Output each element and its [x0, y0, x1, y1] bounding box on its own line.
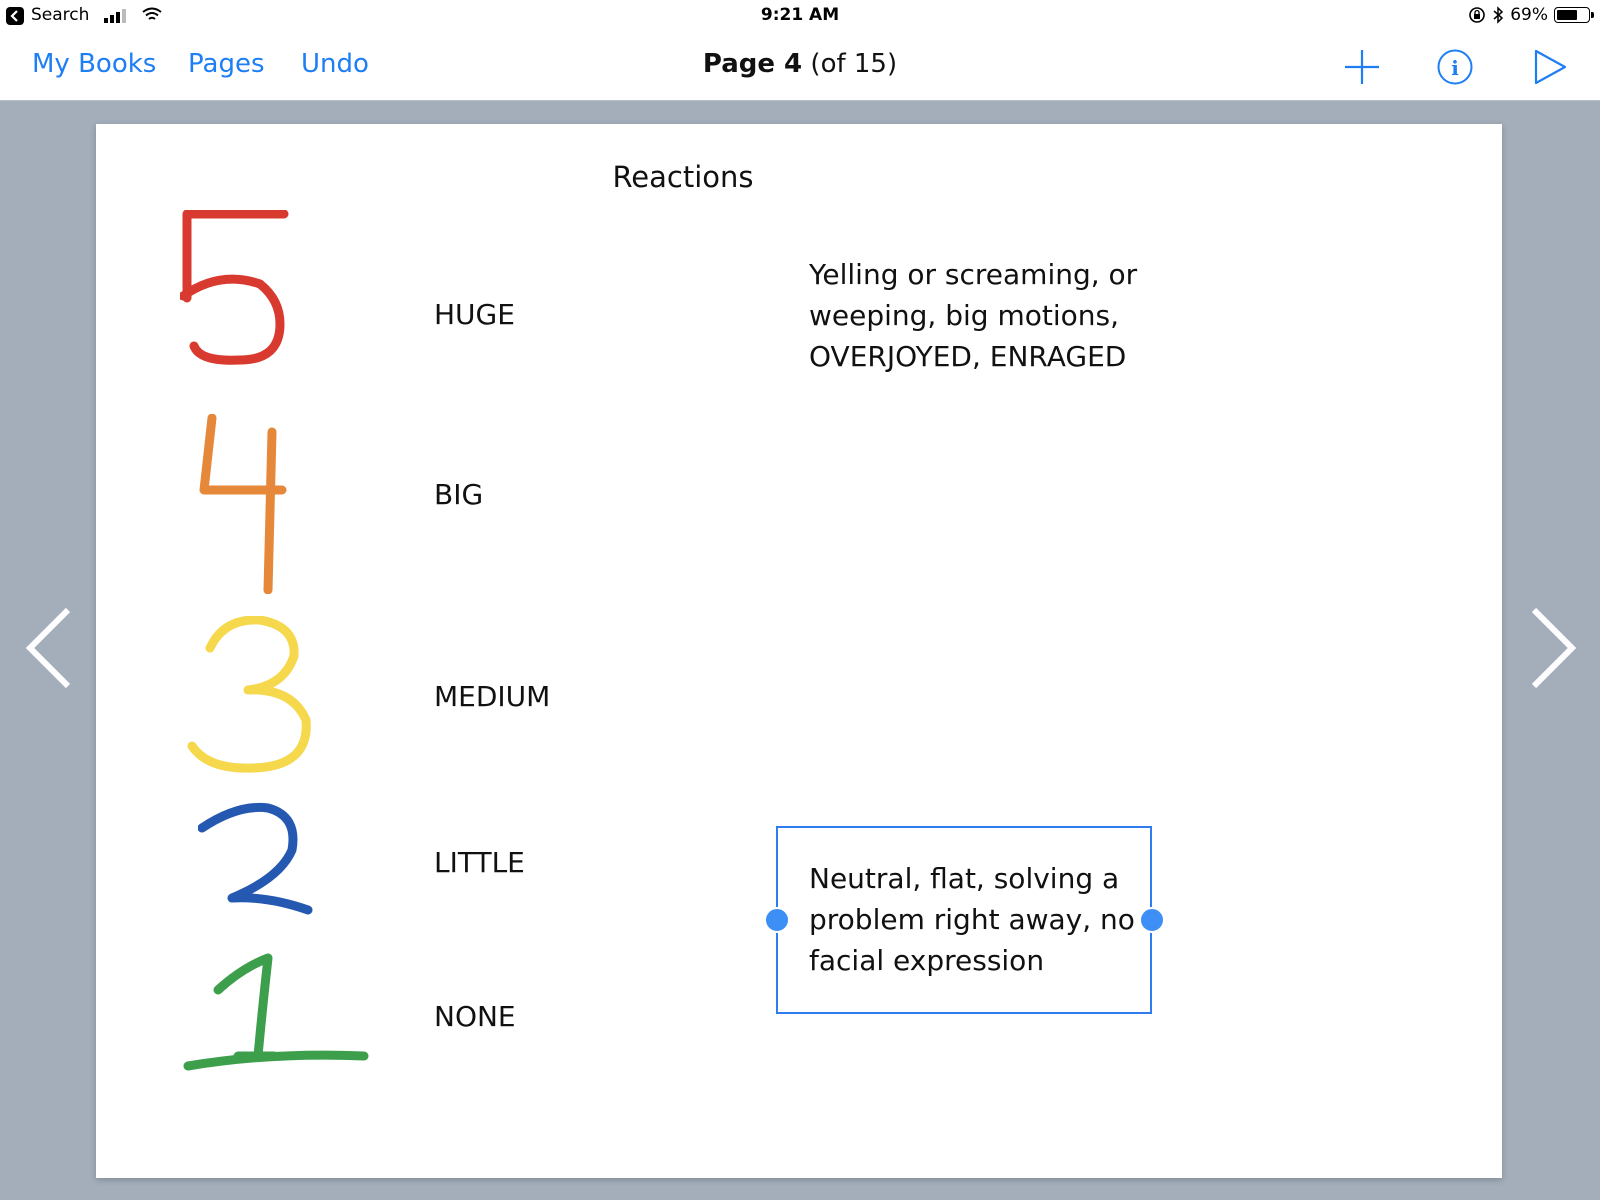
little-description[interactable]: Neutral, flat, solving a problem right a…	[809, 858, 1135, 981]
level-medium[interactable]: MEDIUM	[434, 680, 550, 713]
selected-text-box[interactable]: Neutral, flat, solving a problem right a…	[776, 826, 1152, 1014]
plus-icon[interactable]	[1343, 48, 1381, 86]
chevron-right-icon[interactable]	[1528, 606, 1578, 690]
battery-icon	[1554, 7, 1594, 23]
battery-percent: 69%	[1510, 5, 1548, 25]
level-big[interactable]: BIG	[434, 478, 483, 511]
handwritten-one[interactable]	[182, 952, 372, 1082]
battery-fill	[1557, 10, 1577, 20]
page-total: (of 15)	[810, 49, 898, 79]
page-number: Page 4	[702, 49, 803, 79]
resize-handle-left[interactable]	[764, 907, 790, 933]
battery-nub	[1591, 12, 1594, 18]
handwritten-five[interactable]	[180, 210, 300, 370]
little-description-line-3: facial expression	[809, 944, 1045, 977]
status-right: 69%	[1468, 5, 1594, 25]
level-none[interactable]: NONE	[434, 1000, 516, 1033]
level-little[interactable]: LITTLE	[434, 846, 525, 879]
little-description-line-1: Neutral, flat, solving a	[809, 862, 1120, 895]
level-huge[interactable]: HUGE	[434, 298, 515, 331]
page-title[interactable]: Reactions	[96, 160, 1270, 194]
resize-handle-right[interactable]	[1139, 907, 1165, 933]
huge-description-line-1: Yelling or screaming, or	[809, 258, 1138, 291]
handwritten-two[interactable]	[198, 802, 328, 922]
chevron-left-icon[interactable]	[24, 606, 74, 690]
bluetooth-icon	[1493, 6, 1504, 24]
rotation-lock-icon	[1469, 7, 1486, 23]
info-icon[interactable]: i	[1436, 48, 1474, 86]
little-description-line-2: problem right away, no	[809, 903, 1135, 936]
huge-description[interactable]: Yelling or screaming, or weeping, big mo…	[809, 254, 1137, 377]
status-time: 9:21 AM	[760, 5, 840, 25]
svg-text:i: i	[1451, 56, 1459, 80]
book-page[interactable]: Reactions HUGE BIG MEDIUM LITTLE NONE Ye…	[96, 124, 1502, 1178]
navigation-bar: My Books Pages Undo Page 4 (of 15) i	[0, 32, 1600, 101]
huge-description-line-2: weeping, big motions,	[809, 299, 1119, 332]
play-icon[interactable]	[1533, 48, 1569, 86]
status-bar: Search 9:21 AM 69%	[0, 0, 1600, 32]
handwritten-four[interactable]	[196, 414, 296, 594]
handwritten-three[interactable]	[184, 616, 324, 776]
huge-description-line-3: OVERJOYED, ENRAGED	[809, 340, 1127, 373]
